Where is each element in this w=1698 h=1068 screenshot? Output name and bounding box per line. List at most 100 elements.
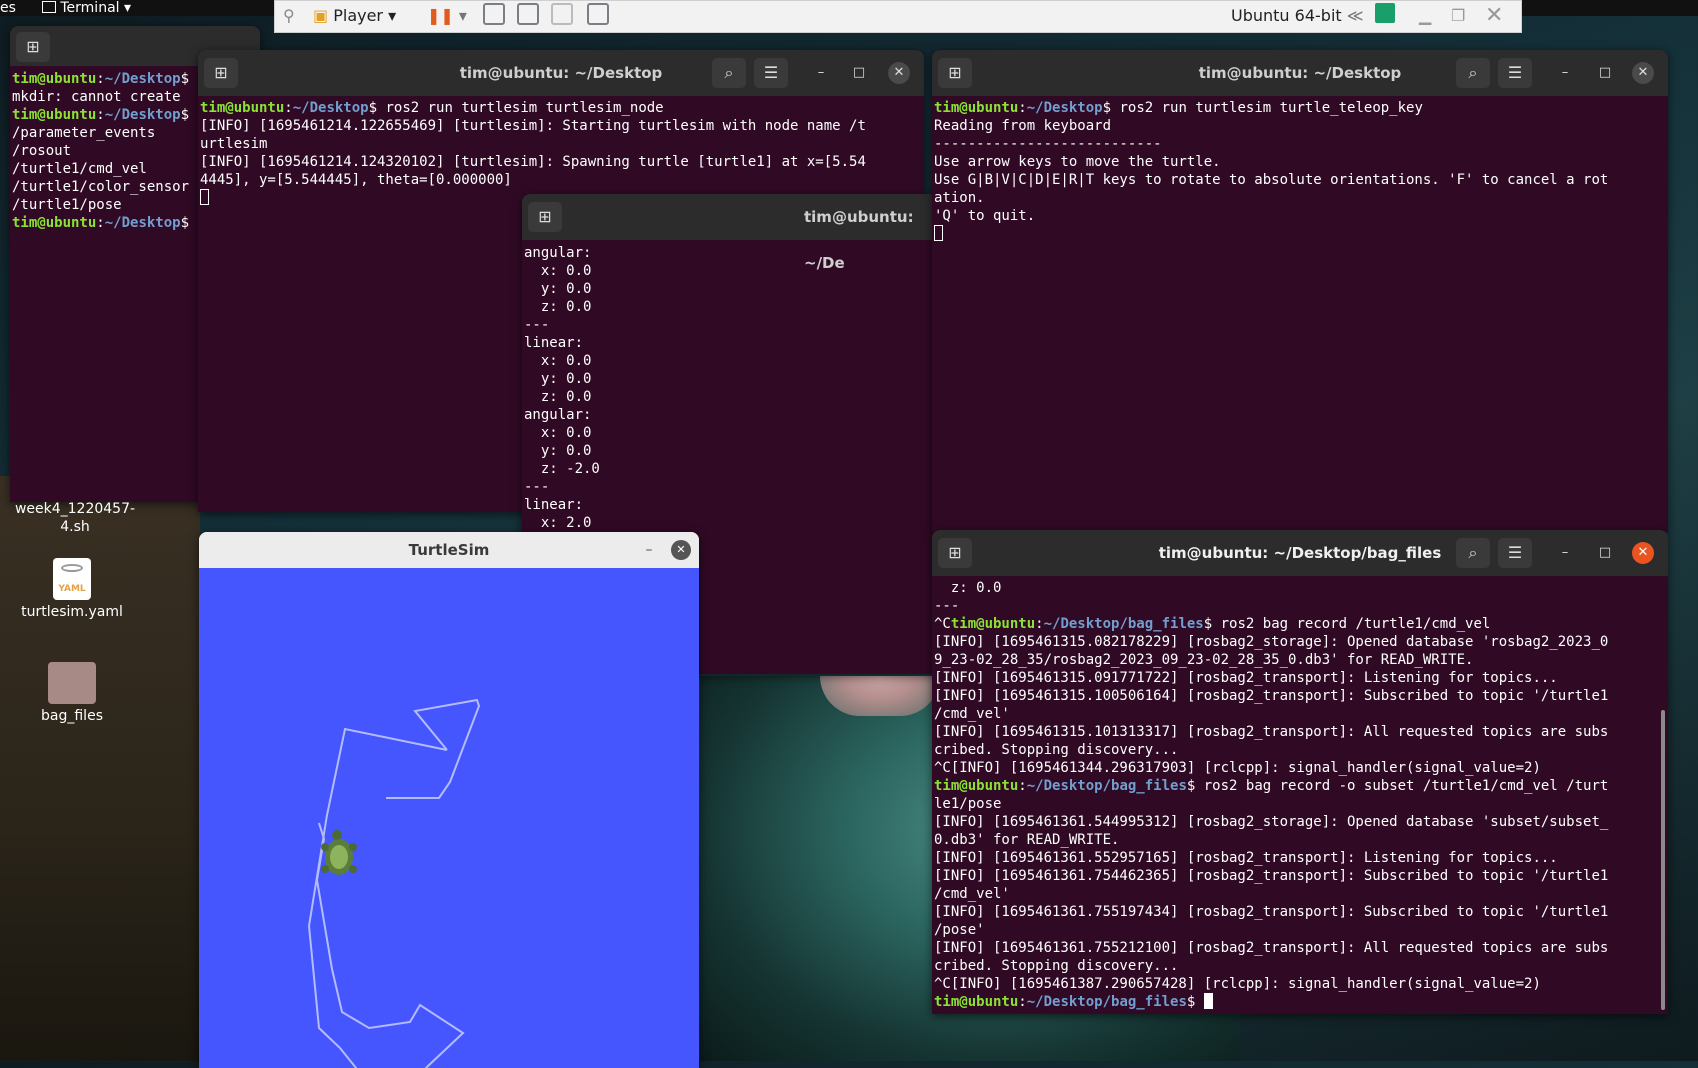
titlebar: ⊞ tim@ubuntu: ~/De [522, 194, 942, 272]
titlebar: ⊞ tim@ubuntu: ~/Desktop ⌕ ☰ – □ ✕ [932, 50, 1668, 96]
command-output: [INFO] [1695461315.082178229] [rosbag2_s… [934, 634, 1609, 776]
prompt-user: tim@ubuntu [934, 778, 1019, 794]
activities-fragment[interactable]: es [0, 0, 16, 16]
menu-button[interactable]: ☰ [1498, 538, 1532, 568]
prompt-path: ~/Desktop [1026, 100, 1103, 116]
notes-button[interactable] [1375, 3, 1395, 29]
fullscreen-button[interactable] [587, 3, 609, 29]
scrollbar[interactable] [1661, 710, 1665, 1010]
prompt-path: ~/Desktop [104, 107, 181, 123]
search-icon: ⌕ [1468, 63, 1478, 82]
maximize-button[interactable]: □ [848, 62, 870, 84]
menu-button[interactable]: ☰ [754, 58, 788, 88]
minimize-button[interactable]: – [639, 540, 659, 560]
maximize-button[interactable]: □ [1594, 62, 1616, 84]
titlebar: ⊞ tim@ubuntu: ~/Desktop/bag_files ⌕ ☰ – … [932, 530, 1668, 576]
minimize-button[interactable]: – [810, 62, 832, 84]
search-button[interactable]: ⌕ [712, 58, 746, 88]
prompt-path: ~/Desktop/bag_files [1026, 994, 1187, 1010]
window-title: TurtleSim [408, 541, 490, 559]
player-menu[interactable]: ▣ Player ▾ [313, 3, 396, 29]
text-cursor [1203, 993, 1213, 1009]
output-line: --- [934, 598, 960, 614]
desktop-icon-label: week4_1220457- 4.sh [14, 501, 136, 535]
pause-button[interactable]: ❚❚ ▾ [427, 3, 467, 29]
desktop-file-yaml[interactable]: YAML turtlesim.yaml [0, 558, 147, 620]
command-text: ros2 bag record /turtle1/cmd_vel [1212, 616, 1491, 632]
chevron-down-icon: ▾ [388, 6, 397, 25]
terminal-output: tim@ubuntu:~/Desktop$ ros2 run turtlesim… [934, 99, 1666, 532]
close-button[interactable]: ✕ [671, 540, 691, 560]
yaml-file-icon: YAML [53, 558, 91, 600]
send-ctrl-alt-del-button[interactable] [483, 3, 505, 29]
minimize-button[interactable]: – [1554, 542, 1576, 564]
command-text: ros2 run turtlesim turtlesim_node [377, 100, 664, 116]
close-button[interactable]: ✕ [1632, 542, 1654, 564]
command-output: [INFO] [1695461361.544995312] [rosbag2_s… [934, 814, 1609, 992]
search-button[interactable]: ⌕ [1456, 58, 1490, 88]
window-title: tim@ubuntu: ~/De [804, 208, 914, 272]
chevron-down-icon: ▾ [458, 6, 467, 25]
turtle-trail-svg [307, 698, 481, 1068]
menu-button[interactable]: ☰ [1498, 58, 1532, 88]
vm-name-label: Ubuntu 64-bit [1231, 6, 1342, 25]
close-button[interactable]: ✕ [1632, 62, 1654, 84]
prompt-user: tim@ubuntu [200, 100, 285, 116]
close-button[interactable]: ✕ [888, 62, 910, 84]
new-tab-button[interactable]: ⊞ [16, 32, 50, 62]
turtle-canvas [199, 568, 699, 1068]
desktop-icon-label: turtlesim.yaml [21, 604, 123, 620]
unity-icon [551, 3, 573, 25]
restore-button[interactable]: ❐ [1451, 3, 1465, 29]
chevron-down-icon: ▾ [124, 0, 132, 16]
prompt-user: tim@ubuntu [934, 100, 1019, 116]
text-cursor [200, 189, 209, 205]
output-line: z: 0.0 [934, 580, 1002, 596]
new-tab-button[interactable]: ⊞ [528, 202, 562, 232]
text-cursor [934, 225, 943, 241]
pin-icon: ⚲ [283, 6, 295, 25]
turtlesim-window[interactable]: TurtleSim – ✕ [199, 532, 699, 1068]
prompt-user: tim@ubuntu [934, 994, 1019, 1010]
minimize-button[interactable]: ▁ [1419, 3, 1431, 29]
terminal-output: z: 0.0 --- ^Ctim@ubuntu:~/Desktop/bag_fi… [934, 580, 1609, 1010]
desktop-folder-bag-files[interactable]: bag_files [0, 662, 147, 724]
player-menu-label: Player [333, 6, 384, 25]
terminal-icon [42, 1, 57, 13]
prompt-user: tim@ubuntu [12, 215, 97, 231]
terminal-window-teleop[interactable]: ⊞ tim@ubuntu: ~/Desktop ⌕ ☰ – □ ✕ tim@ub… [932, 50, 1668, 532]
prompt-path: ~/Desktop [104, 215, 181, 231]
close-button[interactable]: ✕ [1485, 3, 1503, 29]
vm-player-toolbar: ⚲ ▣ Player ▾ ❚❚ ▾ Ubuntu 64-bit ≪ ▁ ❐ ✕ [274, 0, 1522, 33]
hamburger-icon: ☰ [1507, 543, 1523, 562]
vm-name: Ubuntu 64-bit ≪ [1231, 3, 1364, 29]
search-icon: ⌕ [1468, 543, 1478, 562]
prompt-user: tim@ubuntu [950, 616, 1036, 632]
fit-icon [517, 3, 539, 25]
prompt-path: ~/Desktop/bag_files [1026, 778, 1187, 794]
collapse-icon[interactable]: ≪ [1347, 6, 1364, 25]
terminal-window-bag-files[interactable]: ⊞ tim@ubuntu: ~/Desktop/bag_files ⌕ ☰ – … [932, 530, 1668, 1014]
prompt-path: ~/Desktop [104, 71, 181, 87]
turtle-trail-segment [386, 698, 481, 799]
prompt-user: tim@ubuntu [12, 107, 97, 123]
folder-icon [48, 662, 96, 704]
search-icon: ⌕ [724, 63, 734, 82]
player-icon: ▣ [313, 6, 329, 25]
pause-icon: ❚❚ [427, 6, 454, 25]
fit-guest-button[interactable] [517, 3, 539, 29]
maximize-button[interactable]: □ [1594, 542, 1616, 564]
unity-button[interactable] [551, 3, 573, 29]
search-button[interactable]: ⌕ [1456, 538, 1490, 568]
minimize-button[interactable]: – [1554, 62, 1576, 84]
terminal-app-menu[interactable]: Terminal ▾ [42, 0, 131, 16]
command-text: ros2 run turtlesim turtle_teleop_key [1111, 100, 1423, 116]
titlebar: ⊞ tim@ubuntu: ~/Desktop ⌕ ☰ – □ ✕ [198, 50, 924, 96]
monitor-icon [587, 3, 609, 25]
turtle-icon [321, 830, 357, 875]
desktop-icon-label: bag_files [41, 708, 103, 724]
network-icon [483, 3, 505, 25]
prompt-user: tim@ubuntu [12, 71, 97, 87]
pin-button[interactable]: ⚲ [283, 3, 295, 29]
desktop-file-script[interactable]: week4_1220457- 4.sh [0, 500, 150, 536]
